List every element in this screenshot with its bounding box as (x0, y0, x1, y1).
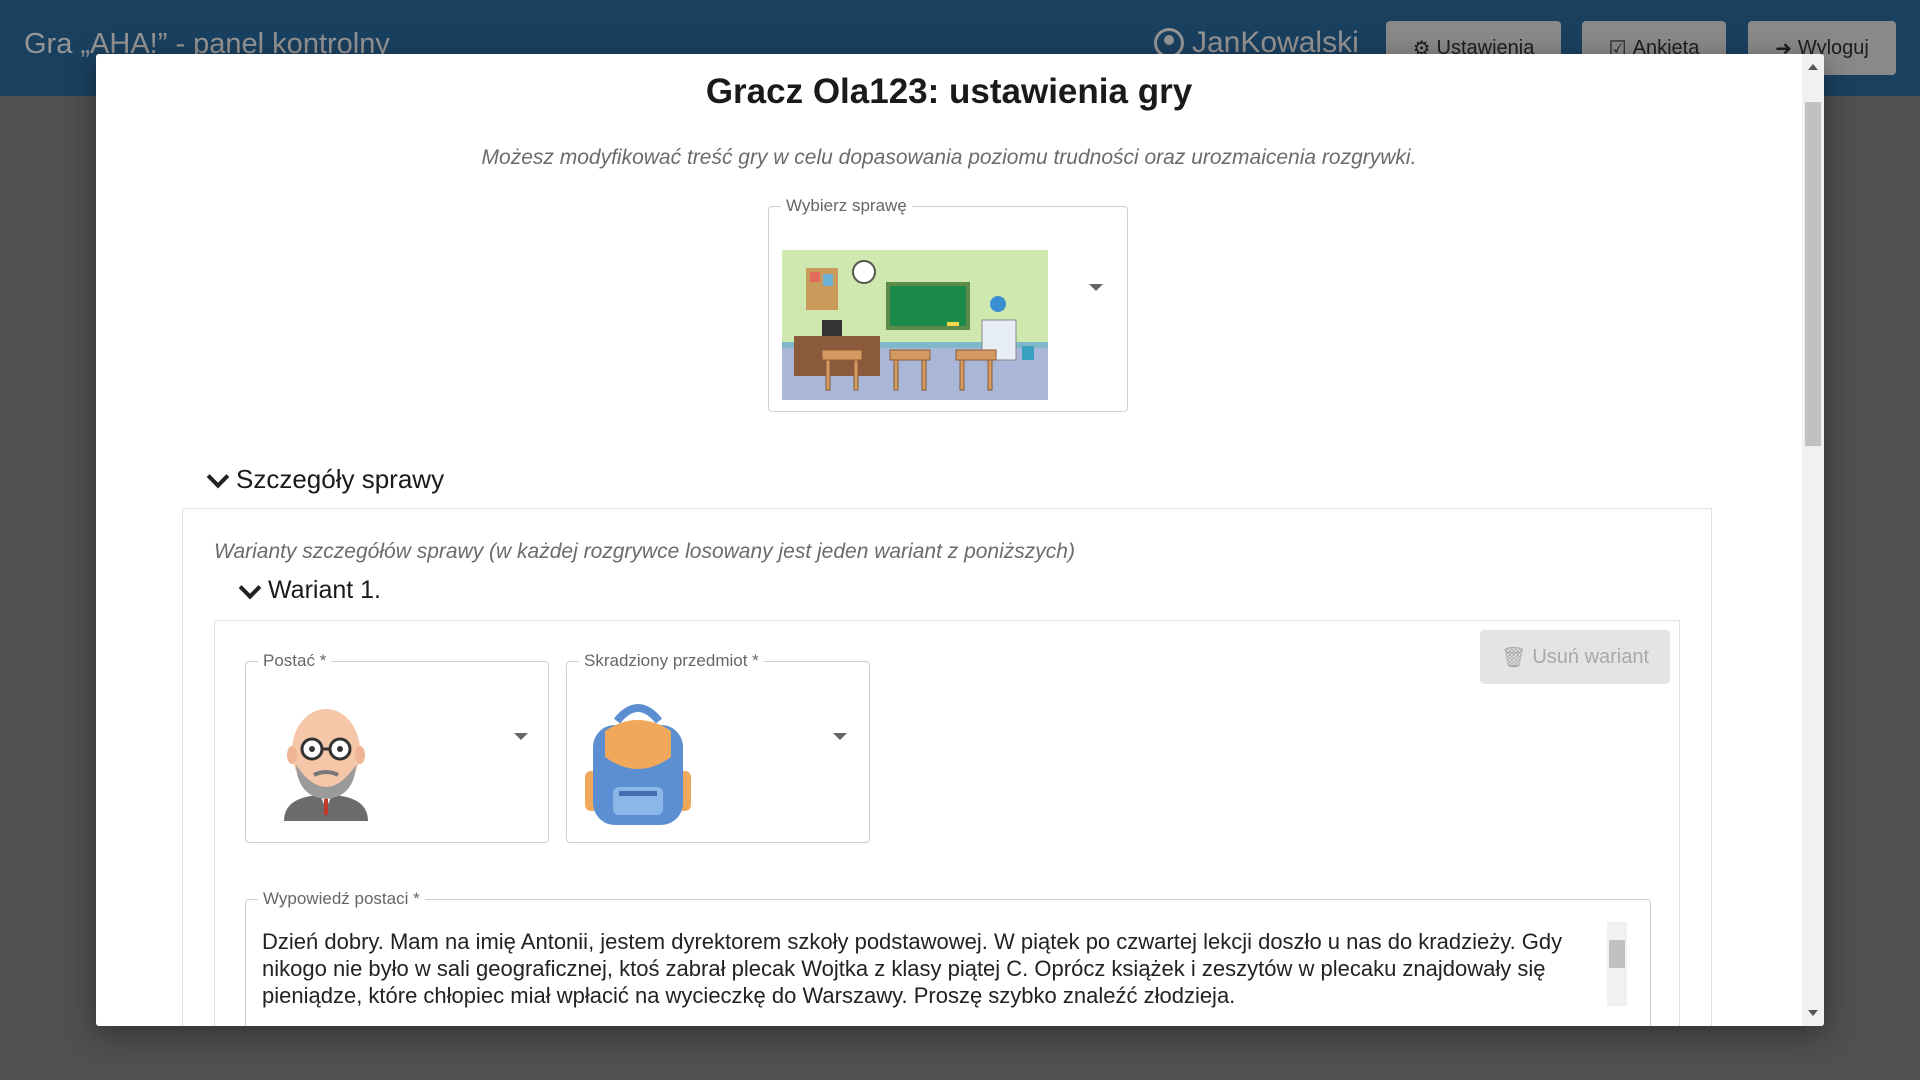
stolen-item-select[interactable]: Skradziony przedmiot * (566, 651, 870, 843)
statement-scrollbar[interactable] (1607, 922, 1627, 1006)
case-select[interactable]: Wybierz sprawę (768, 196, 1128, 412)
statement-text[interactable]: Dzień dobry. Mam na imię Antonii, jestem… (262, 928, 1602, 1009)
classroom-image (782, 250, 1048, 400)
bald-man-with-glasses-avatar (284, 709, 368, 821)
delete-variant-button[interactable]: 🗑 Usuń wariant (1480, 630, 1670, 684)
modal-subtitle: Możesz modyfikować treść gry w celu dopa… (481, 146, 1417, 169)
variants-note: Warianty szczegółów sprawy (w każdej roz… (214, 540, 1075, 563)
scroll-up-icon[interactable] (1808, 64, 1818, 70)
modal-scrollbar[interactable] (1802, 54, 1824, 1026)
chevron-down-icon[interactable] (833, 733, 847, 740)
chevron-down-icon[interactable] (1089, 284, 1103, 291)
scroll-down-icon[interactable] (1808, 1010, 1818, 1016)
modal-title: Gracz Ola123: ustawienia gry (705, 72, 1193, 111)
stolen-item-label: Skradziony przedmiot * (584, 651, 759, 670)
statement-label: Wypowiedź postaci * (263, 889, 420, 908)
statement-scrollbar-thumb[interactable] (1609, 940, 1625, 968)
modal-scrollbar-thumb[interactable] (1805, 102, 1821, 446)
trash-icon: 🗑 (1500, 646, 1527, 669)
settings-modal: Gracz Ola123: ustawienia gry Możesz mody… (96, 54, 1824, 1026)
case-details-toggle[interactable]: Szczegóły sprawy (206, 464, 445, 495)
case-details-heading: Szczegóły sprawy (236, 464, 445, 494)
variant-heading: Wariant 1. (268, 576, 382, 604)
chevron-down-icon (206, 465, 230, 488)
character-label: Postać * (263, 651, 327, 670)
variant-toggle[interactable]: Wariant 1. (238, 576, 382, 605)
chevron-down-icon (238, 576, 262, 599)
character-select[interactable]: Postać * (245, 651, 549, 843)
case-select-label: Wybierz sprawę (786, 196, 907, 215)
backpack-image (585, 704, 691, 825)
chevron-down-icon[interactable] (514, 733, 528, 740)
